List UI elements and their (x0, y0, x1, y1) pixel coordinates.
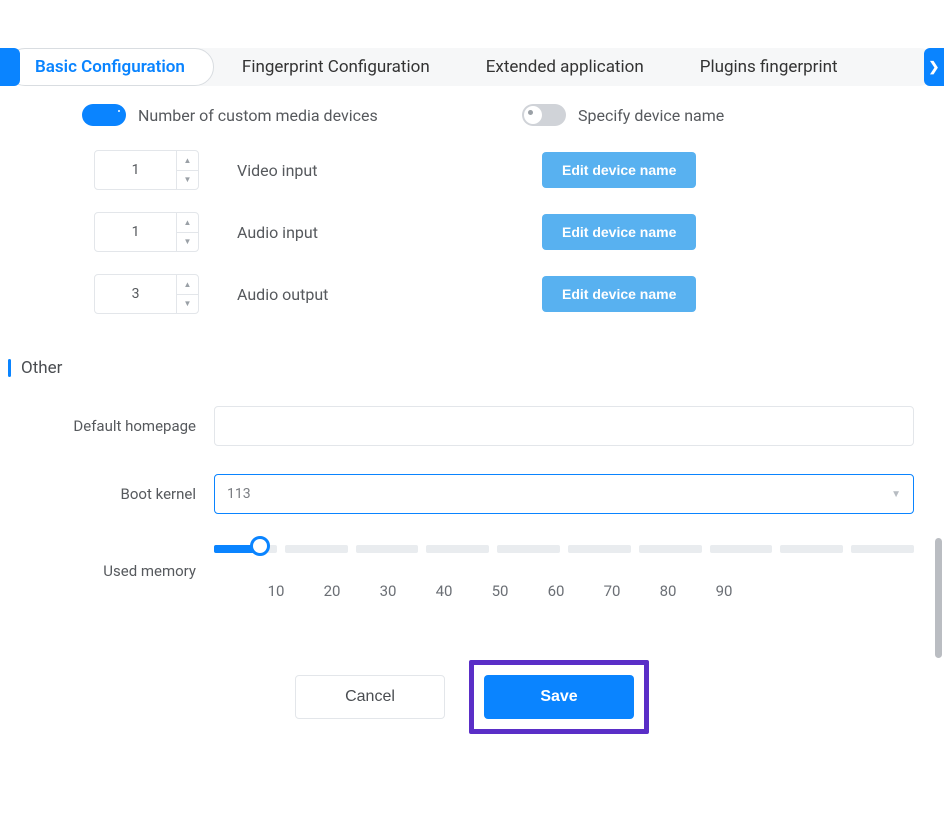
boot-kernel-select[interactable]: 113 ▼ (214, 474, 914, 514)
tab-bar: Basic Configuration Fingerprint Configur… (6, 48, 938, 86)
slider-thumb[interactable] (250, 536, 270, 556)
chevron-down-icon[interactable]: ▼ (177, 233, 198, 252)
save-button[interactable]: Save (484, 675, 634, 719)
toggle-custom-media-devices[interactable] (82, 104, 126, 126)
video-input-stepper[interactable]: 1 ▲ ▼ (94, 150, 199, 190)
cancel-button[interactable]: Cancel (295, 675, 445, 719)
audio-output-stepper[interactable]: 3 ▲ ▼ (94, 274, 199, 314)
audio-output-label: Audio output (237, 285, 542, 304)
default-homepage-input[interactable] (214, 406, 914, 446)
audio-output-value: 3 (95, 286, 176, 302)
scrollbar[interactable] (935, 538, 942, 658)
tab-basic-configuration[interactable]: Basic Configuration (6, 48, 214, 86)
section-title-other: Other (21, 358, 62, 378)
edit-audio-output-device-button[interactable]: Edit device name (542, 276, 696, 312)
audio-input-label: Audio input (237, 223, 542, 242)
tab-scroll-left[interactable] (0, 48, 20, 86)
video-input-label: Video input (237, 161, 542, 180)
toggle-custom-media-label: Number of custom media devices (138, 106, 378, 125)
audio-input-stepper[interactable]: 1 ▲ ▼ (94, 212, 199, 252)
used-memory-label: Used memory (18, 562, 214, 580)
chevron-down-icon[interactable]: ▼ (177, 295, 198, 314)
chevron-down-icon: ▼ (891, 489, 901, 500)
boot-kernel-label: Boot kernel (18, 485, 214, 503)
boot-kernel-value: 113 (227, 486, 251, 502)
chevron-right-icon: ❯ (929, 60, 940, 75)
section-accent-bar (8, 359, 11, 377)
tab-extended-application[interactable]: Extended application (458, 48, 672, 86)
edit-audio-input-device-button[interactable]: Edit device name (542, 214, 696, 250)
tab-scroll-right[interactable]: ❯ (924, 48, 944, 86)
save-highlight-box: Save (469, 660, 649, 734)
chevron-up-icon[interactable]: ▲ (177, 275, 198, 295)
video-input-value: 1 (95, 162, 176, 178)
tab-fingerprint-configuration[interactable]: Fingerprint Configuration (214, 48, 458, 86)
slider-tick-labels: 10 20 30 40 50 60 70 80 90 (214, 582, 914, 600)
tab-plugins-fingerprint[interactable]: Plugins fingerprint (672, 48, 866, 86)
toggle-specify-device-label: Specify device name (578, 106, 724, 125)
default-homepage-label: Default homepage (18, 417, 214, 435)
edit-video-device-button[interactable]: Edit device name (542, 152, 696, 188)
chevron-down-icon[interactable]: ▼ (177, 171, 198, 190)
chevron-up-icon[interactable]: ▲ (177, 151, 198, 171)
toggle-specify-device-name[interactable] (522, 104, 566, 126)
used-memory-slider[interactable]: 8% 10 20 30 40 50 60 70 80 90 (214, 542, 914, 600)
chevron-up-icon[interactable]: ▲ (177, 213, 198, 233)
audio-input-value: 1 (95, 224, 176, 240)
